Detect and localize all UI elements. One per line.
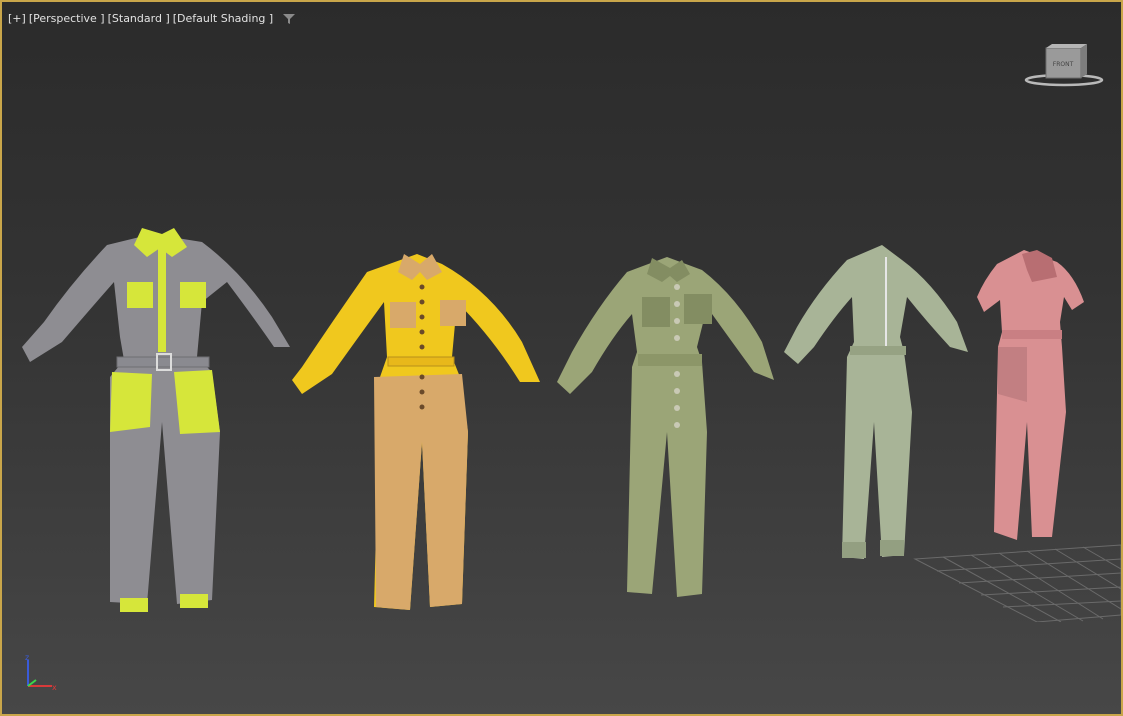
axis-z-label: z: [25, 653, 29, 662]
axis-x-label: x: [52, 683, 57, 692]
jumpsuit-yellow-tan[interactable]: [292, 254, 540, 610]
perspective-viewport[interactable]: [+] [Perspective ] [Standard ] [Default …: [0, 0, 1123, 716]
jumpsuit-olive[interactable]: [557, 257, 774, 597]
axis-tripod-icon: z x: [25, 653, 57, 692]
home-grid: [913, 544, 1121, 622]
jumpsuit-grey-lime[interactable]: [22, 228, 290, 612]
jumpsuit-sage[interactable]: [784, 245, 968, 559]
jumpsuit-pink[interactable]: [977, 250, 1084, 540]
